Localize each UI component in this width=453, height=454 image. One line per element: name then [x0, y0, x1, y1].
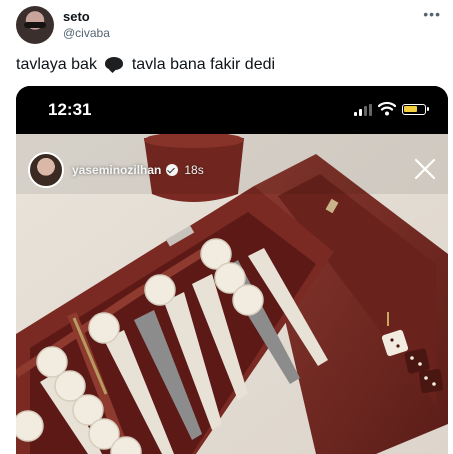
tweet-text-after: tavla bana fakir dedi — [127, 56, 276, 73]
tweet-text-before: tavlaya bak — [16, 56, 102, 73]
display-name[interactable]: seto — [63, 9, 90, 24]
tweet-media-image[interactable]: 12:31 yaseminozilhan 18s — [16, 86, 448, 454]
signal-icon — [354, 104, 372, 116]
phone-status-bar: 12:31 — [16, 86, 448, 134]
more-options-icon[interactable]: ••• — [423, 6, 441, 22]
story-avatar[interactable] — [28, 152, 64, 188]
story-username[interactable]: yaseminozilhan — [72, 163, 161, 177]
tweet-text: tavlaya bak tavla bana fakir dedi — [16, 56, 275, 74]
tweet-header: seto @civaba ••• — [16, 4, 441, 44]
speech-bubble-icon — [105, 57, 124, 70]
story-timestamp: 18s — [184, 163, 204, 177]
wifi-icon — [378, 101, 396, 116]
story-user[interactable]: yaseminozilhan 18s — [28, 152, 204, 188]
status-clock: 12:31 — [48, 100, 92, 119]
avatar[interactable] — [16, 6, 54, 44]
user-handle[interactable]: @civaba — [63, 26, 110, 40]
verified-badge-icon — [166, 164, 179, 176]
close-icon[interactable] — [414, 158, 436, 180]
battery-icon — [402, 104, 429, 115]
